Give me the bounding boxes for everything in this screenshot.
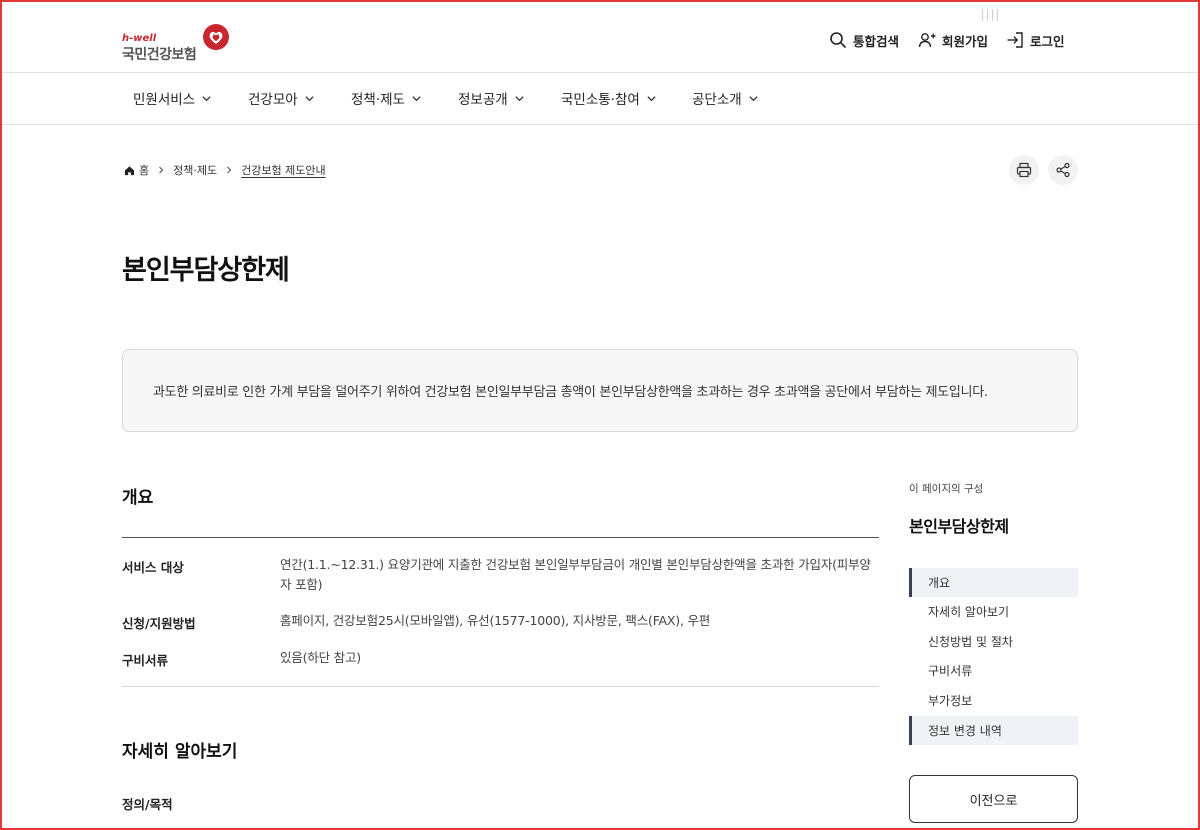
home-icon — [124, 165, 135, 175]
logo-title: 국민건강보험 — [122, 47, 197, 63]
logo-subtitle: h-well — [122, 33, 157, 44]
definition-heading: 정의/목적 — [122, 797, 173, 812]
gnb-item-about[interactable]: 공단소개 — [692, 87, 759, 109]
detail-heading: 자세히 알아보기 — [122, 742, 238, 762]
toc-title: 본인부담상한제 — [909, 517, 1009, 536]
divider — [122, 537, 879, 538]
back-button[interactable]: 이전으로 — [909, 775, 1078, 823]
toc-item-extra-info[interactable]: 부가정보 — [909, 686, 1078, 715]
overview-heading: 개요 — [122, 488, 154, 508]
breadcrumb-home[interactable]: 홈 — [124, 162, 149, 178]
login-icon — [1007, 32, 1023, 48]
summary-box: 과도한 의료비로 인한 가계 부담을 덜어주기 위하여 건강보험 본인일부부담금… — [122, 349, 1078, 432]
breadcrumb-current[interactable]: 건강보험 제도안내 — [241, 162, 325, 178]
gnb-item-disclosure[interactable]: 정보공개 — [458, 87, 525, 109]
printer-icon — [1016, 162, 1032, 178]
top-header: h-well 국민건강보험 통합검색 회원가입 로그인 — [0, 0, 1200, 73]
share-icon — [1056, 162, 1070, 178]
gnb-item-label: 공단소개 — [692, 92, 742, 108]
chevron-down-icon — [412, 95, 421, 101]
toc-item-change-history[interactable]: 정보 변경 내역 — [909, 716, 1078, 745]
gnb-item-civil-service[interactable]: 민원서비스 — [133, 87, 212, 109]
chevron-down-icon — [647, 95, 656, 101]
documents-value: 있음(하단 참고) — [280, 650, 361, 665]
breadcrumb: 홈 정책·제도 건강보험 제도안내 — [124, 161, 326, 179]
summary-text: 과도한 의료비로 인한 가계 부담을 덜어주기 위하여 건강보험 본인일부부담금… — [153, 385, 988, 400]
signup-button[interactable]: 회원가입 — [918, 30, 988, 50]
gnb-item-label: 정보공개 — [458, 92, 508, 108]
login-label: 로그인 — [1030, 33, 1065, 49]
chevron-right-icon — [159, 166, 164, 174]
apply-method-label: 신청/지원방법 — [122, 616, 196, 631]
integrated-search-button[interactable]: 통합검색 — [829, 30, 899, 50]
chevron-down-icon — [202, 95, 211, 101]
page-title: 본인부담상한제 — [122, 255, 290, 286]
chevron-down-icon — [305, 95, 314, 101]
service-target-label: 서비스 대상 — [122, 560, 184, 575]
gnb-item-communication[interactable]: 국민소통·참여 — [561, 87, 657, 109]
documents-label: 구비서류 — [122, 653, 169, 668]
toc-item-apply[interactable]: 신청방법 및 절차 — [909, 627, 1078, 656]
gnb-item-health-moa[interactable]: 건강모아 — [248, 87, 315, 109]
divider — [122, 686, 879, 687]
print-button[interactable] — [1009, 155, 1039, 185]
gnb-item-label: 정책·제도 — [351, 92, 405, 108]
decorative-lines — [982, 6, 1006, 21]
add-user-icon — [918, 33, 936, 48]
toc-item-details[interactable]: 자세히 알아보기 — [909, 597, 1078, 626]
chevron-down-icon — [749, 95, 758, 101]
heart-logo-icon — [203, 24, 229, 50]
main-navigation: 민원서비스 건강모아 정책·제도 정보공개 국민소통·참여 공단소개 — [0, 73, 1200, 125]
toc-item-documents[interactable]: 구비서류 — [909, 656, 1078, 685]
apply-method-value: 홈페이지, 건강보험25시(모바일앱), 유선(1577-1000), 지사방문… — [280, 613, 711, 628]
signup-label: 회원가입 — [942, 33, 989, 49]
search-icon — [830, 32, 846, 48]
chevron-right-icon — [227, 166, 232, 174]
site-logo[interactable]: h-well 국민건강보험 — [122, 23, 232, 63]
breadcrumb-policy[interactable]: 정책·제도 — [173, 162, 217, 178]
service-target-value: 연간(1.1.~12.31.) 요양기관에 지출한 건강보험 본인일부부담금이 … — [280, 557, 871, 592]
toc-caption: 이 페이지의 구성 — [909, 483, 984, 495]
share-button[interactable] — [1048, 155, 1078, 185]
gnb-item-policy[interactable]: 정책·제도 — [351, 87, 422, 109]
search-label: 통합검색 — [853, 33, 900, 49]
toc-item-overview[interactable]: 개요 — [909, 568, 1078, 597]
breadcrumb-home-label: 홈 — [139, 164, 150, 177]
gnb-item-label: 건강모아 — [248, 92, 298, 108]
login-button[interactable]: 로그인 — [1006, 30, 1065, 50]
chevron-down-icon — [515, 95, 524, 101]
gnb-item-label: 민원서비스 — [133, 92, 196, 108]
gnb-item-label: 국민소통·참여 — [561, 92, 640, 108]
